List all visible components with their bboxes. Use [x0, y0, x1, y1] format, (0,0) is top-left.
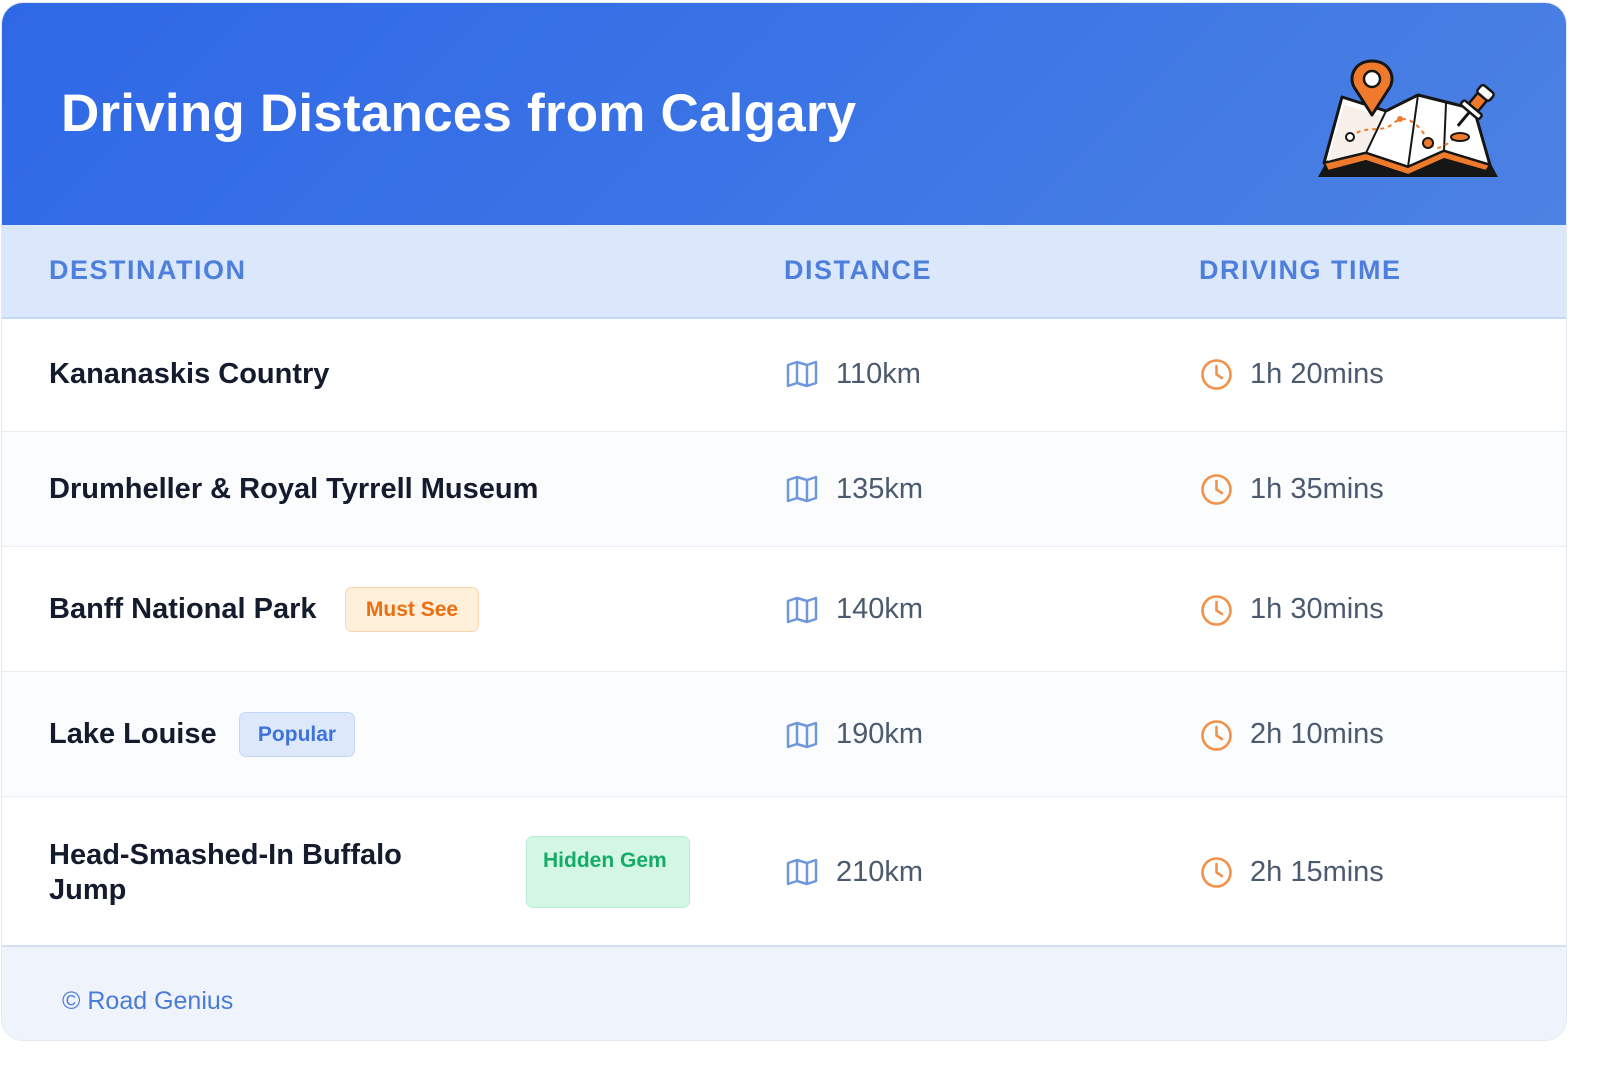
driving-time-value: 2h 15mins — [1250, 856, 1384, 888]
distance-value: 135km — [836, 473, 924, 505]
badge-must-see: Must See — [345, 587, 479, 632]
map-icon — [786, 858, 818, 886]
distance-value: 140km — [836, 593, 924, 625]
copyright-credit: © Road Genius — [62, 987, 234, 1015]
clock-icon — [1201, 595, 1232, 626]
destination-name: Lake Louise — [49, 718, 217, 750]
table-header-row: DESTINATION DISTANCE DRIVING TIME — [2, 225, 1566, 319]
driving-time-value: 2h 10mins — [1250, 718, 1384, 750]
table-row: Drumheller & Royal Tyrrell Museum 135km … — [2, 432, 1566, 547]
distance-value: 110km — [836, 358, 921, 390]
driving-time-value: 1h 35mins — [1250, 473, 1384, 505]
distance-value: 190km — [836, 718, 924, 750]
clock-icon — [1201, 474, 1232, 505]
map-icon — [786, 721, 818, 749]
distance-value: 210km — [836, 856, 924, 888]
badge-hidden-gem: Hidden Gem — [526, 836, 690, 908]
badge-popular: Popular — [239, 712, 355, 757]
clock-icon — [1201, 359, 1232, 390]
table-row: Kananaskis Country 110km 1h 20mins — [2, 318, 1566, 432]
driving-time-value: 1h 20mins — [1250, 358, 1384, 390]
destination-name: Drumheller & Royal Tyrrell Museum — [49, 473, 539, 505]
column-header-distance: DISTANCE — [784, 255, 933, 285]
driving-time-value: 1h 30mins — [1250, 593, 1384, 625]
column-header-destination: DESTINATION — [49, 255, 247, 285]
column-header-driving-time: DRIVING TIME — [1199, 255, 1402, 285]
map-icon — [786, 360, 818, 388]
map-icon — [786, 596, 818, 624]
card-footer: © Road Genius — [2, 945, 1566, 1040]
table-row: Banff National Park Must See 140km 1h 30… — [2, 547, 1566, 672]
distance-card: Driving Distances from Calgary DESTINATI… — [1, 2, 1567, 1041]
card-header: Driving Distances from Calgary — [2, 3, 1566, 225]
clock-icon — [1201, 857, 1232, 888]
map-icon — [786, 475, 818, 503]
destination-name: Banff National Park — [49, 593, 317, 625]
page-title: Driving Distances from Calgary — [61, 84, 857, 143]
table-row: Head-Smashed-In Buffalo Jump Hidden Gem … — [2, 797, 1566, 944]
map-pin-illustration-icon — [1318, 59, 1498, 177]
clock-icon — [1201, 720, 1232, 751]
destination-name: Kananaskis Country — [49, 358, 330, 390]
destination-name: Head-Smashed-In Buffalo Jump — [49, 839, 402, 906]
table-row: Lake Louise Popular 190km 2h 10mins — [2, 672, 1566, 797]
